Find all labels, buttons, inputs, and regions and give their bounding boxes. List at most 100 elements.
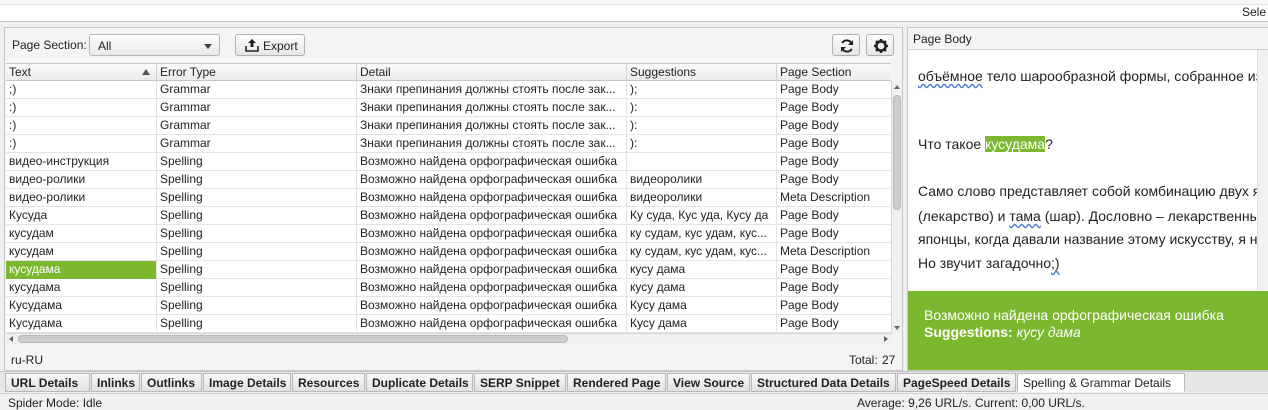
cell-text[interactable]: кусудам bbox=[6, 243, 157, 261]
cell-suggestions[interactable]: Ку суда, Кус уда, Кусу да bbox=[627, 207, 777, 225]
tab-structured-data-details[interactable]: Structured Data Details bbox=[751, 373, 896, 392]
cell-suggestions[interactable]: ): bbox=[627, 99, 777, 117]
cell-error-type[interactable]: Spelling bbox=[157, 189, 357, 207]
tab-outlinks[interactable]: Outlinks bbox=[141, 373, 202, 392]
cell-page-section[interactable]: Page Body bbox=[777, 315, 891, 333]
cell-detail[interactable]: Возможно найдена орфографическая ошибка bbox=[357, 315, 627, 333]
cell-error-type[interactable]: Spelling bbox=[157, 297, 357, 315]
column-header-suggestions[interactable]: Suggestions bbox=[627, 64, 777, 81]
cell-text[interactable]: :) bbox=[6, 117, 157, 135]
preview-scrollbar[interactable] bbox=[1257, 50, 1268, 290]
cell-suggestions[interactable]: видеоролики bbox=[627, 189, 777, 207]
table-row[interactable]: видео-ролики Spelling Возможно найдена орф… bbox=[6, 171, 891, 189]
cell-text[interactable]: видео-ролики bbox=[6, 171, 157, 189]
cell-suggestions[interactable]: Кусу дама bbox=[627, 315, 777, 333]
cell-detail[interactable]: Возможно найдена орфографическая ошибка bbox=[357, 189, 627, 207]
cell-detail[interactable]: Возможно найдена орфографическая ошибка bbox=[357, 171, 627, 189]
cell-text[interactable]: видео-инструкция bbox=[6, 153, 157, 171]
cell-page-section[interactable]: Page Body bbox=[777, 171, 891, 189]
table-row[interactable]: Кусуда Spelling Возможно найдена орфографи… bbox=[6, 207, 891, 225]
scroll-down-icon[interactable] bbox=[894, 326, 900, 330]
tab-image-details[interactable]: Image Details bbox=[203, 373, 291, 392]
cell-suggestions[interactable]: ); bbox=[627, 81, 777, 99]
cell-page-section[interactable]: Page Body bbox=[777, 117, 891, 135]
cell-text[interactable]: :) bbox=[6, 135, 157, 153]
cell-text[interactable]: Кусуда bbox=[6, 207, 157, 225]
cell-suggestions[interactable] bbox=[627, 153, 777, 171]
table-horizontal-scrollbar[interactable] bbox=[6, 333, 891, 344]
cell-detail[interactable]: Знаки препинания должны стоять после зак… bbox=[357, 81, 627, 99]
cell-detail[interactable]: Возможно найдена орфографическая ошибка bbox=[357, 243, 627, 261]
cell-text[interactable]: Кусудама bbox=[6, 315, 157, 333]
table-row[interactable]: :) Grammar Знаки препинания должны стоять … bbox=[6, 99, 891, 117]
cell-page-section[interactable]: Page Body bbox=[777, 207, 891, 225]
page-section-select[interactable]: All bbox=[89, 34, 220, 56]
cell-suggestions[interactable]: ку судам, кус удам, кус... bbox=[627, 243, 777, 261]
cell-suggestions[interactable]: ): bbox=[627, 117, 777, 135]
table-row[interactable]: :) Grammar Знаки препинания должны стоять … bbox=[6, 117, 891, 135]
cell-suggestions[interactable]: видеоролики bbox=[627, 171, 777, 189]
table-row[interactable]: кусудам Spelling Возможно найдена орфограф… bbox=[6, 243, 891, 261]
cell-page-section[interactable]: Page Body bbox=[777, 135, 891, 153]
cell-detail[interactable]: Знаки препинания должны стоять после зак… bbox=[357, 135, 627, 153]
column-header-detail[interactable]: Detail bbox=[357, 64, 627, 81]
table-row[interactable]: ;) Grammar Знаки препинания должны стоять … bbox=[6, 81, 891, 99]
tab-inlinks[interactable]: Inlinks bbox=[91, 373, 140, 392]
tab-view-source[interactable]: View Source bbox=[667, 373, 750, 392]
partial-url-row[interactable] bbox=[0, 0, 1268, 5]
table-row[interactable]: кусудама Spelling Возможно найдена орфогра… bbox=[6, 279, 891, 297]
cell-detail[interactable]: Возможно найдена орфографическая ошибка bbox=[357, 279, 627, 297]
cell-page-section[interactable]: Meta Description bbox=[777, 243, 891, 261]
cell-suggestions[interactable]: кусу дама bbox=[627, 279, 777, 297]
cell-error-type[interactable]: Grammar bbox=[157, 99, 357, 117]
cell-page-section[interactable]: Page Body bbox=[777, 297, 891, 315]
tab-spelling-grammar-details[interactable]: Spelling & Grammar Details bbox=[1017, 373, 1185, 392]
cell-suggestions[interactable]: кусу дама bbox=[627, 261, 777, 279]
tab-url-details[interactable]: URL Details bbox=[5, 373, 90, 392]
scroll-left-icon[interactable] bbox=[9, 336, 13, 342]
cell-error-type[interactable]: Spelling bbox=[157, 225, 357, 243]
tab-resources[interactable]: Resources bbox=[292, 373, 365, 392]
cell-suggestions[interactable]: ку судам, кус удам, кус... bbox=[627, 225, 777, 243]
scroll-up-icon[interactable] bbox=[894, 85, 900, 89]
scroll-thumb-horizontal[interactable] bbox=[18, 335, 568, 343]
column-header-text[interactable]: Text bbox=[6, 64, 157, 81]
cell-error-type[interactable]: Spelling bbox=[157, 315, 357, 333]
tab-rendered-page[interactable]: Rendered Page bbox=[567, 373, 666, 392]
table-vertical-scrollbar[interactable] bbox=[891, 81, 902, 334]
cell-detail[interactable]: Возможно найдена орфографическая ошибка bbox=[357, 207, 627, 225]
select-label[interactable]: Sele bbox=[1242, 5, 1268, 19]
table-row[interactable]: видео-инструкция Spelling Возможно найдена… bbox=[6, 153, 891, 171]
cell-error-type[interactable]: Spelling bbox=[157, 153, 357, 171]
cell-detail[interactable]: Возможно найдена орфографическая ошибка bbox=[357, 153, 627, 171]
cell-text[interactable]: :) bbox=[6, 99, 157, 117]
cell-page-section[interactable]: Page Body bbox=[777, 81, 891, 99]
table-row[interactable]: :) Grammar Знаки препинания должны стоять … bbox=[6, 135, 891, 153]
scroll-right-icon[interactable] bbox=[884, 336, 888, 342]
cell-page-section[interactable]: Page Body bbox=[777, 279, 891, 297]
misspelled-word[interactable]: объёмное bbox=[918, 68, 983, 84]
cell-error-type[interactable]: Grammar bbox=[157, 135, 357, 153]
cell-detail[interactable]: Возможно найдена орфографическая ошибка bbox=[357, 225, 627, 243]
cell-error-type[interactable]: Spelling bbox=[157, 261, 357, 279]
highlighted-word[interactable]: кусудама bbox=[985, 136, 1046, 152]
misspelled-word[interactable]: ;) bbox=[1051, 255, 1060, 271]
cell-suggestions[interactable]: ): bbox=[627, 135, 777, 153]
cell-detail[interactable]: Знаки препинания должны стоять после зак… bbox=[357, 117, 627, 135]
column-header-error-type[interactable]: Error Type bbox=[157, 64, 357, 81]
refresh-button[interactable] bbox=[832, 34, 860, 56]
table-row[interactable]: видео-ролики Spelling Возможно найдена орф… bbox=[6, 189, 891, 207]
cell-error-type[interactable]: Grammar bbox=[157, 117, 357, 135]
settings-button[interactable] bbox=[866, 34, 894, 56]
cell-page-section[interactable]: Page Body bbox=[777, 225, 891, 243]
suggestion-value[interactable]: кусу дама bbox=[1017, 324, 1081, 340]
cell-suggestions[interactable]: Кусу дама bbox=[627, 297, 777, 315]
cell-error-type[interactable]: Grammar bbox=[157, 81, 357, 99]
table-row[interactable]: Кусудама Spelling Возможно найдена орфогра… bbox=[6, 315, 891, 333]
cell-page-section[interactable]: Page Body bbox=[777, 153, 891, 171]
export-button[interactable]: Export bbox=[235, 34, 305, 56]
cell-text[interactable]: Кусудама bbox=[6, 297, 157, 315]
cell-text[interactable]: кусудама bbox=[6, 261, 157, 279]
cell-error-type[interactable]: Spelling bbox=[157, 171, 357, 189]
column-header-page-section[interactable]: Page Section bbox=[777, 64, 891, 81]
